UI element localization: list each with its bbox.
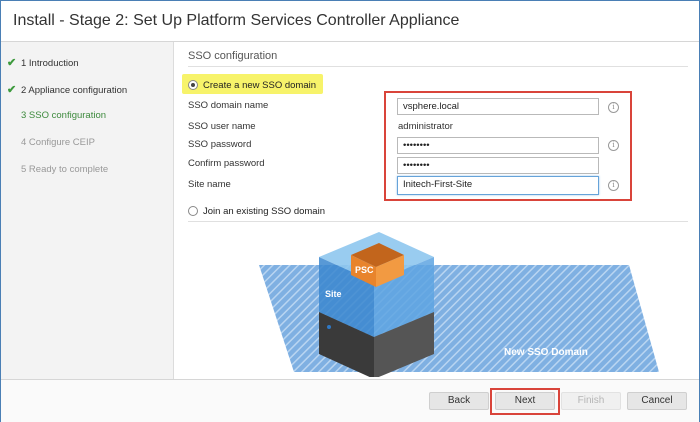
wizard-steps-sidebar: ✔ 1 Introduction ✔ 2 Appliance configurati…: [1, 42, 174, 379]
footer-bar: Back Next Finish Cancel: [1, 379, 699, 422]
step-sso-configuration[interactable]: 3 SSO configuration: [7, 110, 106, 121]
server-led: [327, 325, 331, 329]
installer-window: Install - Stage 2: Set Up Platform Servi…: [0, 0, 700, 422]
step-configure-ceip: 4 Configure CEIP: [7, 137, 95, 148]
divider: [188, 221, 688, 222]
checkmark-icon: ✔: [7, 84, 17, 96]
psc-label: PSC: [355, 265, 374, 275]
step-label: 1 Introduction: [21, 58, 79, 69]
window-title: Install - Stage 2: Set Up Platform Servi…: [13, 12, 460, 29]
step-label: 3 SSO configuration: [21, 110, 107, 121]
next-annotation-box: [490, 388, 560, 415]
cancel-button[interactable]: Cancel: [627, 392, 687, 410]
fields-annotation-box: [384, 91, 632, 201]
step-ready-to-complete: 5 Ready to complete: [7, 164, 108, 175]
sso-domain-illustration: PSC Site New SSO Domain: [259, 227, 659, 379]
radio-label-create-new: Create a new SSO domain: [203, 80, 317, 91]
divider: [188, 66, 688, 67]
step-introduction[interactable]: ✔ 1 Introduction: [7, 56, 79, 69]
label-sso-password: SSO password: [188, 139, 252, 150]
step-label: 5 Ready to complete: [21, 164, 109, 175]
label-sso-user-name: SSO user name: [188, 121, 256, 132]
radio-create-new-domain[interactable]: [188, 80, 198, 90]
label-confirm-password: Confirm password: [188, 158, 265, 169]
label-site-name: Site name: [188, 179, 231, 190]
illustration-svg: PSC Site New SSO Domain: [259, 232, 659, 379]
checkmark-icon: ✔: [7, 57, 17, 69]
site-label: Site: [325, 289, 342, 299]
radio-join-existing-domain[interactable]: [188, 206, 198, 216]
section-title: SSO configuration: [188, 50, 278, 62]
step-label: 4 Configure CEIP: [21, 137, 95, 148]
step-appliance-configuration[interactable]: ✔ 2 Appliance configuration: [7, 83, 127, 96]
title-bar: Install - Stage 2: Set Up Platform Servi…: [1, 1, 699, 42]
step-label: 2 Appliance configuration: [21, 85, 128, 96]
main-content: SSO configuration Create a new SSO domai…: [174, 42, 699, 379]
domain-caption: New SSO Domain: [504, 347, 588, 358]
finish-button: Finish: [561, 392, 621, 410]
label-sso-domain-name: SSO domain name: [188, 100, 269, 111]
back-button[interactable]: Back: [429, 392, 489, 410]
radio-label-join-existing: Join an existing SSO domain: [203, 206, 325, 217]
